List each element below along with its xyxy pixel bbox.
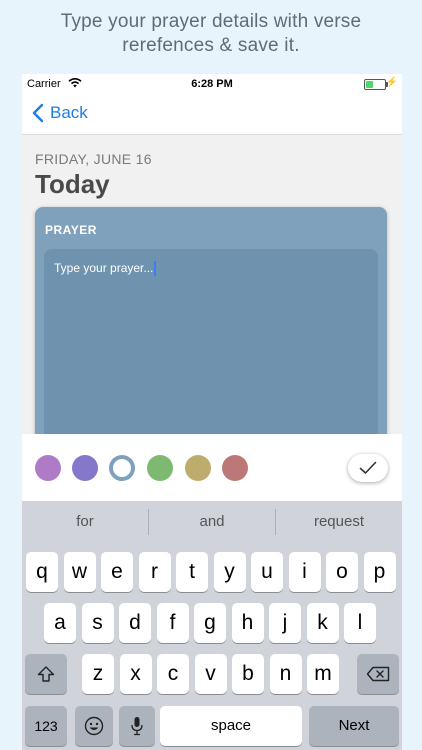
page-title: Today [35,169,110,199]
microphone-key[interactable] [119,706,155,746]
key-u[interactable]: u [251,552,283,592]
emoji-key[interactable] [75,706,113,746]
prayer-card: PRAYER Type your prayer... [35,207,387,447]
suggestion-3[interactable]: request [276,501,402,543]
clock: 6:28 PM [191,78,233,90]
prayer-placeholder: Type your prayer... [54,261,154,275]
key-e[interactable]: e [101,552,133,592]
key-r[interactable]: r [138,552,171,592]
suggestion-2[interactable]: and [149,501,275,543]
key-m[interactable]: m [307,654,339,694]
key-b[interactable]: b [232,654,264,694]
date-label: FRIDAY, JUNE 16 [35,151,152,167]
shift-icon [37,666,55,682]
charging-icon: ⚡ [385,77,398,88]
key-l[interactable]: l [344,603,376,643]
promo-caption: Type your prayer details with verse rere… [0,10,422,58]
key-g[interactable]: g [194,603,226,643]
color-swatch-blue-gray[interactable] [109,455,135,481]
microphone-icon [131,717,143,736]
key-i[interactable]: i [288,552,321,592]
delete-key[interactable] [357,654,399,694]
promo-line-1: Type your prayer details with verse [60,11,362,32]
next-key[interactable]: Next [309,706,399,746]
text-caret [154,261,157,277]
suggestion-bar: for and request [22,501,402,543]
key-q[interactable]: q [26,552,58,592]
delete-icon [366,666,390,682]
promo-line-2: rerefences & save it. [122,35,300,56]
key-v[interactable]: v [194,654,227,694]
color-swatch-rose[interactable] [222,455,248,481]
emoji-icon [84,716,104,736]
key-x[interactable]: x [119,654,152,694]
key-a[interactable]: a [44,603,76,643]
back-button[interactable]: Back [32,103,88,123]
key-y[interactable]: y [213,552,246,592]
color-swatch-green[interactable] [147,455,173,481]
key-h[interactable]: h [231,603,264,643]
numbers-key[interactable]: 123 [25,706,67,746]
status-bar: Carrier 6:28 PM ⚡ [22,74,402,94]
card-label: PRAYER [45,223,97,237]
key-p[interactable]: p [363,552,396,592]
back-label: Back [50,103,88,122]
key-o[interactable]: o [326,552,358,592]
checkmark-icon [359,461,377,474]
color-swatch-purple[interactable] [35,455,61,481]
key-n[interactable]: n [269,654,302,694]
save-button[interactable] [348,454,388,482]
key-f[interactable]: f [156,603,189,643]
content-area: FRIDAY, JUNE 16 Today PRAYER Type your p… [22,135,402,447]
keyboard: qwertyuiop asdfghjkl zxcvbnm 123 space N… [22,543,402,750]
key-k[interactable]: k [306,603,339,643]
color-swatch-olive[interactable] [185,455,211,481]
key-s[interactable]: s [81,603,114,643]
color-picker [22,434,402,501]
key-z[interactable]: z [82,654,114,694]
phone-screen: Carrier 6:28 PM ⚡ Back FRIDAY, JUNE 16 T… [22,74,402,750]
battery-icon [364,79,388,90]
key-w[interactable]: w [63,552,96,592]
key-j[interactable]: j [269,603,301,643]
nav-bar: Back [22,94,402,135]
key-d[interactable]: d [119,603,151,643]
space-key[interactable]: space [160,706,302,746]
shift-key[interactable] [25,654,67,694]
key-c[interactable]: c [157,654,189,694]
chevron-left-icon [32,103,44,123]
prayer-input[interactable]: Type your prayer... [44,249,378,447]
suggestion-1[interactable]: for [22,501,148,543]
color-swatch-violet[interactable] [72,455,98,481]
key-t[interactable]: t [176,552,208,592]
